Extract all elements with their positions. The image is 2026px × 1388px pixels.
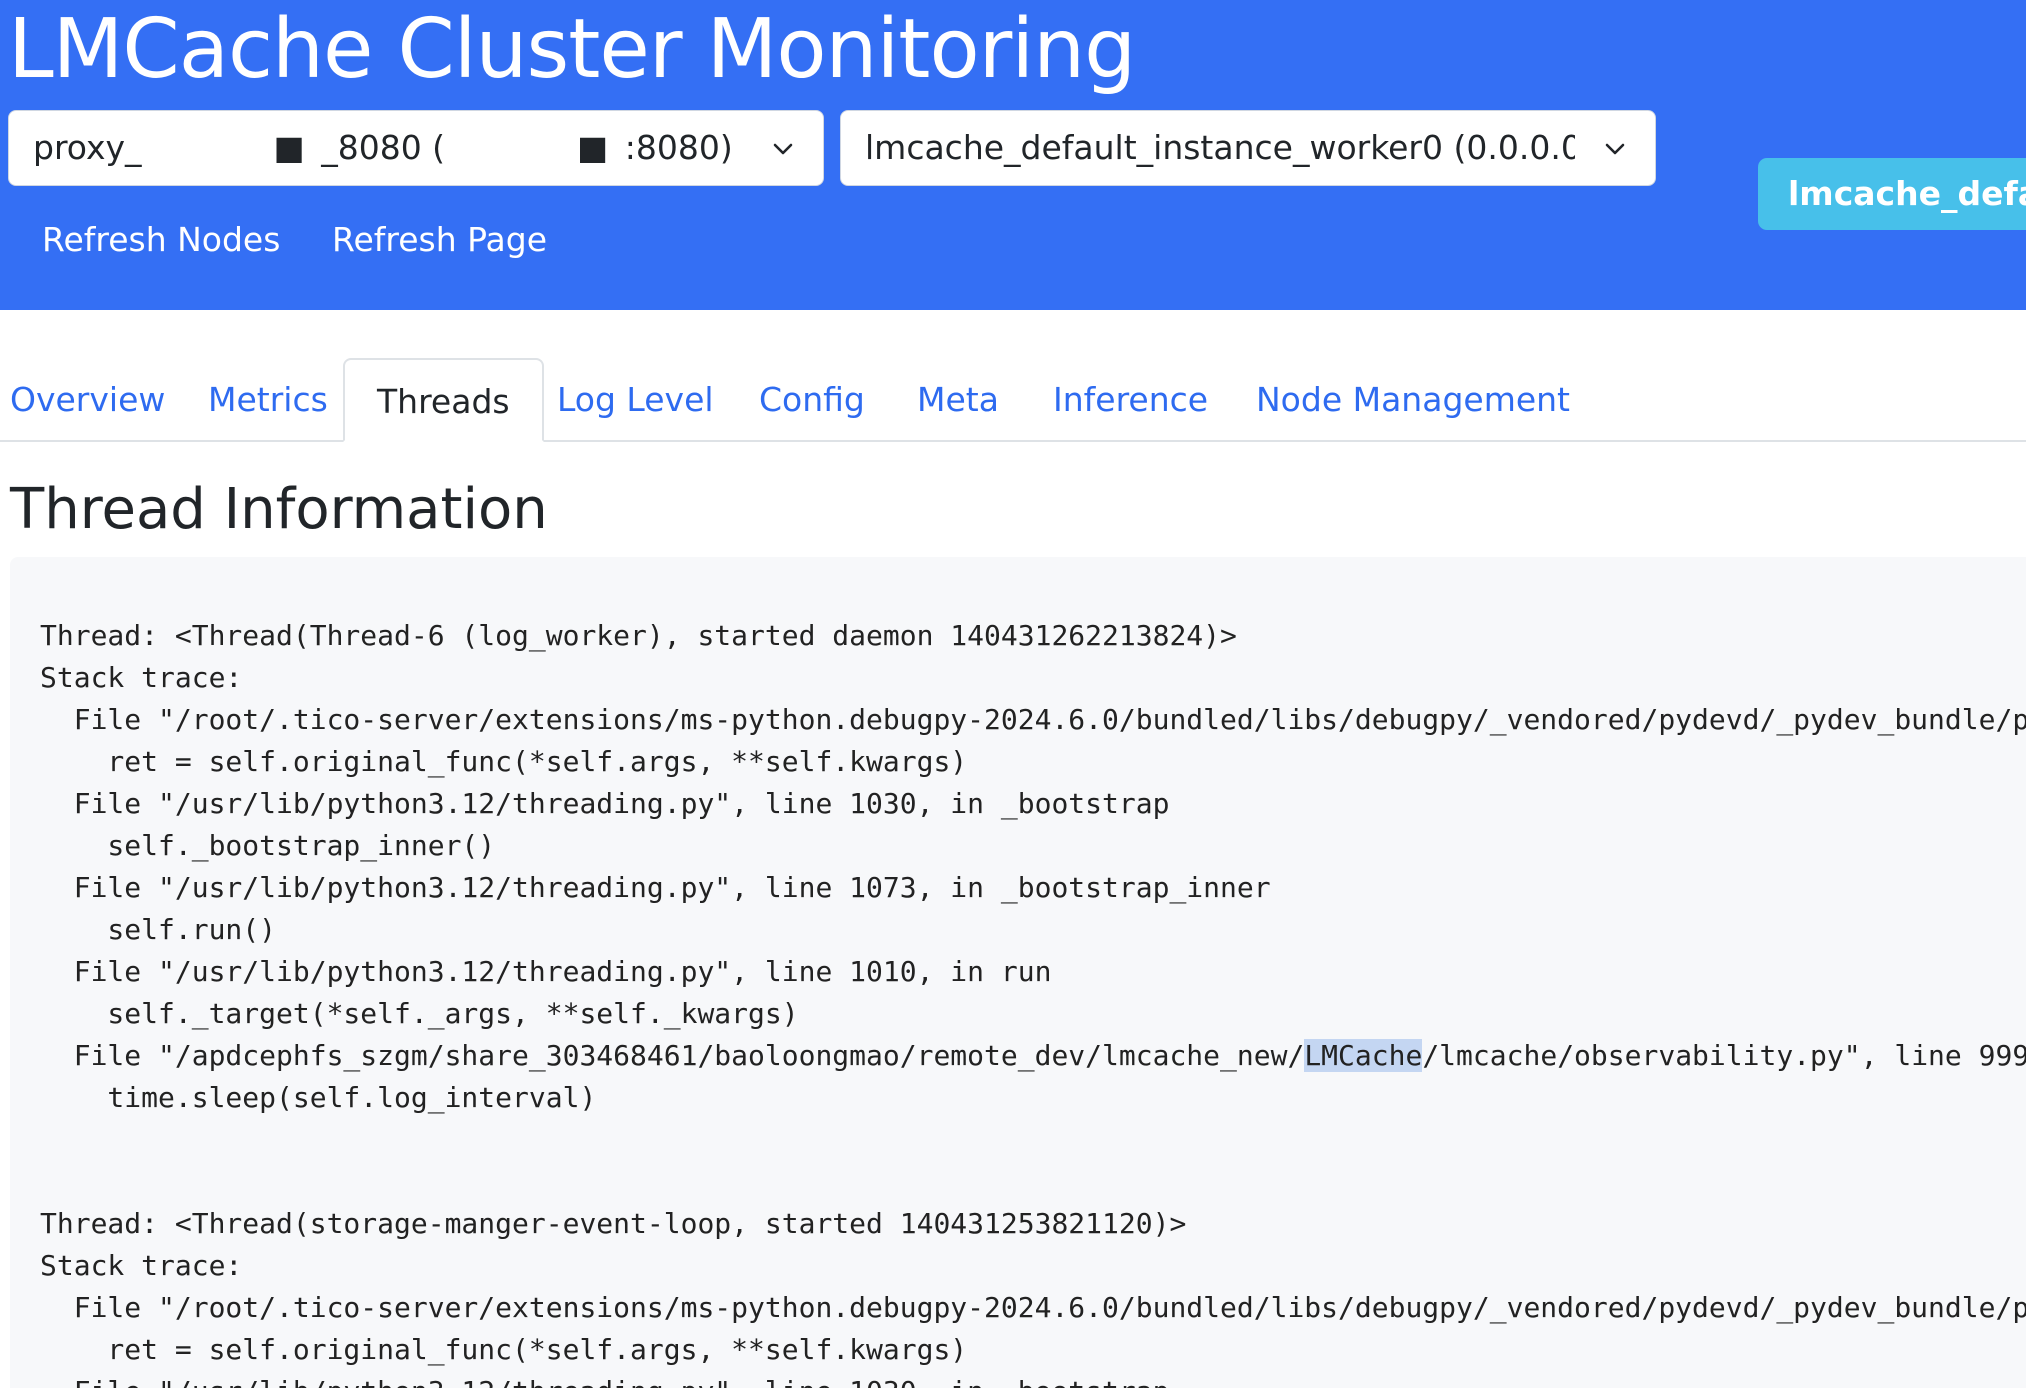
thread-line: ret = self.original_func(*self.args, **s… bbox=[40, 1333, 968, 1366]
thread-information-heading: Thread Information bbox=[10, 477, 548, 542]
thread-line: self._bootstrap_inner() bbox=[40, 829, 496, 862]
thread-line: Thread: <Thread(storage-manger-event-loo… bbox=[40, 1207, 1187, 1240]
thread-line: File "/apdcephfs_szgm/share_303468461/ba… bbox=[40, 1039, 1305, 1072]
thread-line: ret = self.original_func(*self.args, **s… bbox=[40, 745, 968, 778]
thread-dump-panel[interactable]: Thread: <Thread(Thread-6 (log_worker), s… bbox=[10, 557, 2026, 1388]
thread-dump-text: Thread: <Thread(Thread-6 (log_worker), s… bbox=[40, 615, 2026, 1388]
refresh-nodes-button[interactable]: Refresh Nodes bbox=[42, 212, 280, 268]
node-select[interactable]: proxy_ ■ _8080 ( ■ :8080) bbox=[8, 110, 824, 186]
thread-line: /lmcache/observability.py", line 999 bbox=[1422, 1039, 2026, 1072]
header-bar: LMCache Cluster Monitoring proxy_ ■ _808… bbox=[0, 0, 2026, 310]
tab-inference[interactable]: Inference bbox=[1053, 358, 1208, 442]
selected-text-highlight: LMCache bbox=[1304, 1039, 1423, 1072]
refresh-page-button[interactable]: Refresh Page bbox=[332, 212, 547, 268]
instance-select[interactable]: lmcache_default_instance_worker0 (0.0.0.… bbox=[840, 110, 1656, 186]
tab-log-level[interactable]: Log Level bbox=[557, 358, 714, 442]
app-title: LMCache Cluster Monitoring bbox=[8, 2, 1136, 97]
tab-threads[interactable]: Threads bbox=[343, 358, 544, 442]
chevron-down-icon bbox=[773, 143, 793, 155]
tab-meta[interactable]: Meta bbox=[917, 358, 999, 442]
thread-line: File "/root/.tico-server/extensions/ms-p… bbox=[40, 1291, 2026, 1324]
chevron-down-icon bbox=[1605, 143, 1625, 155]
thread-line: Stack trace: bbox=[40, 1249, 243, 1282]
instance-select-value: lmcache_default_instance_worker0 (0.0.0.… bbox=[865, 128, 1575, 167]
thread-line: Thread: <Thread(Thread-6 (log_worker), s… bbox=[40, 619, 1237, 652]
tab-config[interactable]: Config bbox=[759, 358, 865, 442]
tab-node-management[interactable]: Node Management bbox=[1256, 358, 1570, 442]
tab-overview[interactable]: Overview bbox=[10, 358, 165, 442]
tab-bar: Overview Metrics Threads Log Level Confi… bbox=[0, 358, 2026, 442]
thread-line: self.run() bbox=[40, 913, 277, 946]
instance-badge[interactable]: lmcache_defau bbox=[1758, 158, 2026, 230]
thread-line: File "/usr/lib/python3.12/threading.py",… bbox=[40, 1375, 1170, 1388]
tab-metrics[interactable]: Metrics bbox=[208, 358, 328, 442]
thread-line: File "/usr/lib/python3.12/threading.py",… bbox=[40, 787, 1170, 820]
thread-line: File "/usr/lib/python3.12/threading.py",… bbox=[40, 871, 1271, 904]
thread-line: time.sleep(self.log_interval) bbox=[40, 1081, 597, 1114]
thread-line: File "/root/.tico-server/extensions/ms-p… bbox=[40, 703, 2026, 736]
node-select-value: proxy_ ■ _8080 ( ■ :8080) bbox=[33, 128, 733, 167]
thread-line: self._target(*self._args, **self._kwargs… bbox=[40, 997, 799, 1030]
thread-line: File "/usr/lib/python3.12/threading.py",… bbox=[40, 955, 1052, 988]
thread-line: Stack trace: bbox=[40, 661, 243, 694]
